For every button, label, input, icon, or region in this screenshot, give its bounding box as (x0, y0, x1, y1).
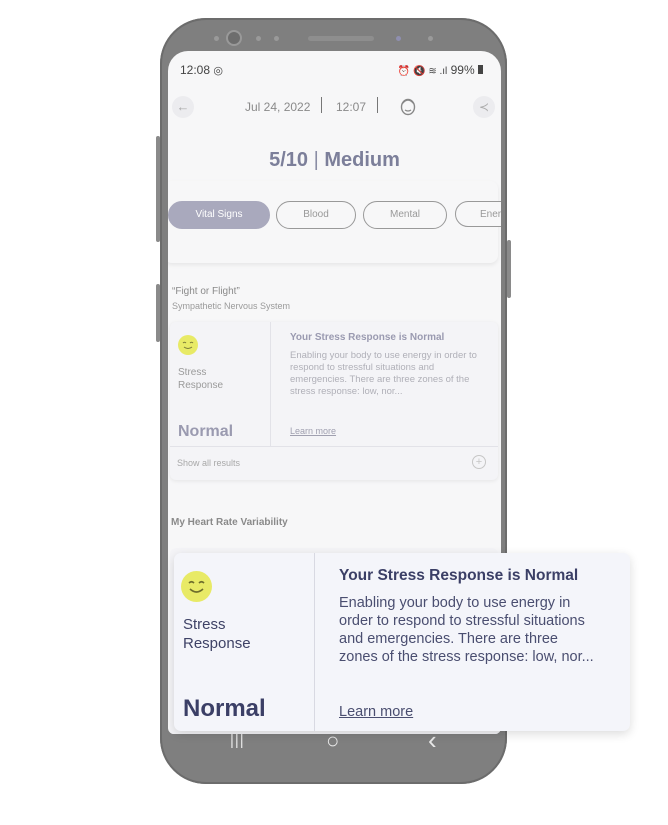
earpiece-speaker (308, 36, 374, 41)
section-subtitle: Sympathetic Nervous System (172, 301, 291, 311)
status-time: 12:08 (180, 63, 211, 77)
volume-button (156, 136, 160, 242)
power-button (507, 240, 511, 298)
smiley-face-icon (181, 571, 212, 602)
stress-body: Enabling your body to use energy in orde… (290, 350, 477, 397)
zoom-label-line2: Response (183, 635, 251, 652)
tab-mental[interactable]: Mental (363, 201, 447, 229)
stress-label-line1: Stress (178, 367, 207, 378)
whatsapp-icon: ◎ (213, 65, 223, 77)
iris-sensor (396, 36, 401, 41)
front-camera (226, 30, 242, 46)
battery-percent: 99% (450, 63, 475, 77)
profile-face-icon[interactable] (399, 96, 417, 116)
header: ← Jul 24, 2022 12:07 ≺ (168, 93, 501, 119)
sensor-dot (256, 36, 261, 41)
header-time: 12:07 (336, 100, 367, 114)
stress-card-left: Stress Response Normal (170, 322, 271, 446)
back-button[interactable]: ← (172, 96, 194, 118)
score-separator: | (313, 149, 319, 171)
arrow-left-icon: ← (176, 99, 190, 114)
header-separator (321, 97, 322, 113)
expand-plus-icon[interactable]: + (472, 455, 486, 469)
home-button[interactable]: ○ (326, 728, 339, 754)
zoom-body-line: order to respond to stressful situations (339, 613, 585, 629)
tab-energy[interactable]: Ener (455, 201, 501, 227)
recent-apps-button[interactable]: ||| (230, 732, 245, 749)
smiley-face-icon (178, 335, 198, 355)
zoom-body: Enabling your body to use energy in orde… (339, 594, 594, 666)
zoom-label-line1: Stress (183, 616, 226, 633)
hrv-title: My Heart Rate Variability (171, 517, 288, 528)
stress-status: Normal (178, 423, 234, 440)
stress-label-line2: Response (178, 380, 224, 391)
share-icon: ≺ (478, 100, 490, 114)
score-value: 5/10 (269, 149, 309, 171)
card-divider (170, 446, 498, 447)
android-nav-bar: ||| ○ ‹ (160, 725, 507, 784)
sensor-dot (428, 36, 433, 41)
stress-heading: Your Stress Response is Normal (290, 332, 445, 343)
sensor-dot (214, 36, 219, 41)
tab-blood[interactable]: Blood (276, 201, 356, 229)
zoom-body-line: Enabling your body to use energy in (339, 595, 571, 611)
sensor-dot (274, 36, 279, 41)
status-right: ⏰ 🔇 ≋ .ıl 99% (398, 63, 483, 77)
status-icons: ⏰ 🔇 ≋ .ıl (397, 66, 448, 77)
stress-score: 5/10 | Medium (168, 149, 501, 172)
zoom-heading: Your Stress Response is Normal (339, 567, 579, 584)
stress-response-card: Stress Response Normal Your Stress Respo… (170, 322, 498, 480)
share-button[interactable]: ≺ (473, 96, 495, 118)
learn-more-link[interactable]: Learn more (290, 426, 336, 436)
zoom-body-line: zones of the stress response: low, nor..… (339, 649, 594, 665)
zoom-learn-more-link[interactable]: Learn more (339, 704, 413, 720)
show-all-results[interactable]: Show all results (177, 458, 240, 468)
zoom-card-divider (314, 553, 315, 731)
tab-vital-signs[interactable]: Vital Signs (168, 201, 270, 229)
score-level: Medium (324, 149, 400, 171)
status-bar: 12:08 ◎ ⏰ 🔇 ≋ .ıl 99% (180, 63, 491, 79)
zoom-body-line: and emergencies. There are three (339, 631, 558, 647)
zoom-status: Normal (183, 695, 266, 722)
battery-icon (478, 65, 483, 74)
header-separator (377, 97, 378, 113)
header-date: Jul 24, 2022 (245, 100, 311, 114)
zoomed-stress-card: Stress Response Normal Your Stress Respo… (174, 553, 630, 731)
bixby-button (156, 284, 160, 342)
section-title: “Fight or Flight” (172, 286, 240, 297)
